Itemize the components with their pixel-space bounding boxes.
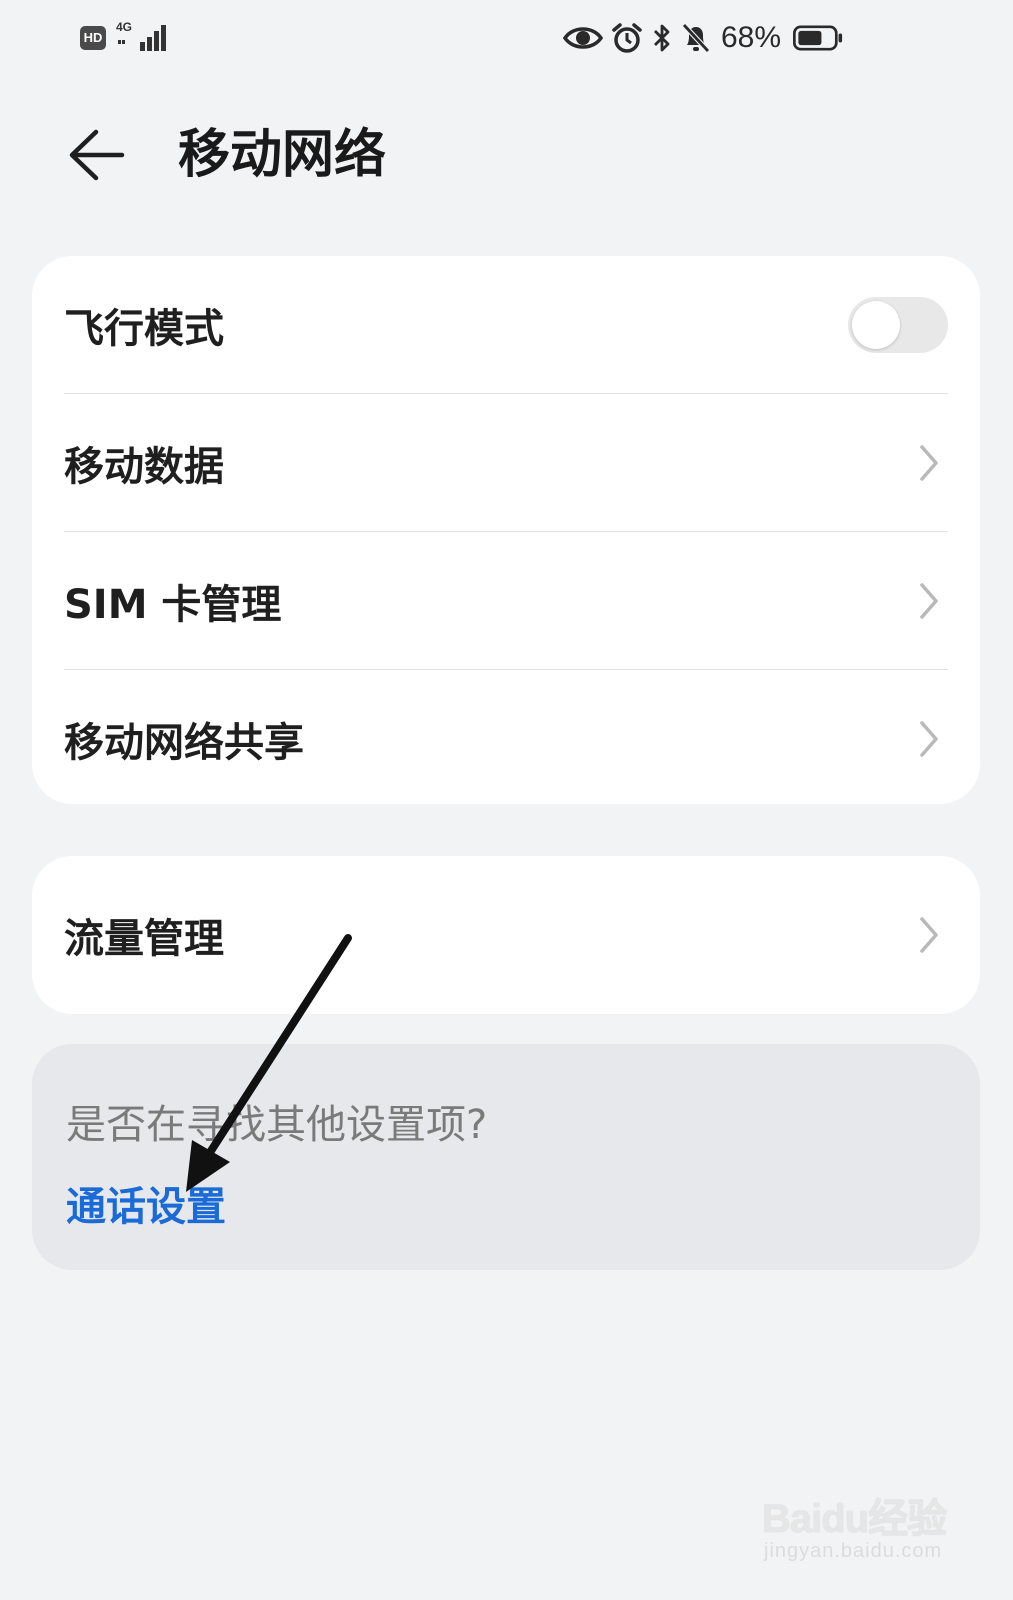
- airplane-mode-label: 飞行模式: [64, 305, 224, 352]
- hotspot-sharing-row[interactable]: 移动网络共享: [64, 669, 948, 807]
- suggestion-question: 是否在寻找其他设置项?: [66, 1102, 488, 1148]
- signal-icon: [118, 25, 166, 51]
- hd-icon: HD: [80, 26, 106, 50]
- settings-card-network: 飞行模式 移动数据 SIM 卡管理 移动网络共享: [32, 256, 980, 804]
- status-bar: HD 4G 68%: [0, 0, 1013, 78]
- settings-card-traffic: 流量管理: [32, 856, 980, 1014]
- hotspot-sharing-label: 移动网络共享: [64, 719, 304, 766]
- call-settings-link[interactable]: 通话设置: [66, 1174, 226, 1232]
- bluetooth-icon: [653, 24, 670, 52]
- watermark-logo: Baidu经验: [762, 1497, 947, 1541]
- battery-percent: 68%: [720, 21, 781, 54]
- chevron-right-icon: [920, 444, 938, 481]
- page-header: 移动网络: [0, 110, 1013, 200]
- chevron-right-icon: [920, 582, 938, 619]
- mobile-data-label: 移动数据: [64, 443, 224, 490]
- traffic-management-row[interactable]: 流量管理: [64, 856, 948, 1014]
- airplane-mode-row[interactable]: 飞行模式: [64, 256, 948, 393]
- eye-icon: [562, 27, 603, 49]
- airplane-mode-toggle[interactable]: [848, 296, 948, 353]
- chevron-right-icon: [920, 720, 938, 757]
- page-title: 移动网络: [178, 125, 387, 185]
- suggestion-card: 是否在寻找其他设置项? 通话设置: [32, 1044, 980, 1270]
- mobile-data-row[interactable]: 移动数据: [64, 393, 948, 531]
- watermark-url: jingyan.baidu.com: [764, 1540, 943, 1562]
- battery-icon: [793, 25, 843, 51]
- back-arrow-icon[interactable]: [66, 126, 130, 184]
- toggle-knob: [852, 300, 900, 349]
- sim-card-management-row[interactable]: SIM 卡管理: [64, 531, 948, 669]
- alarm-icon: [612, 23, 642, 53]
- bell-off-icon: [682, 23, 710, 53]
- status-icons: 68%: [562, 18, 843, 58]
- watermark: Baidu经验 jingyan.baidu.com: [762, 1484, 952, 1580]
- sim-card-management-label: SIM 卡管理: [64, 581, 282, 628]
- chevron-right-icon: [920, 917, 938, 953]
- traffic-management-label: 流量管理: [64, 916, 224, 962]
